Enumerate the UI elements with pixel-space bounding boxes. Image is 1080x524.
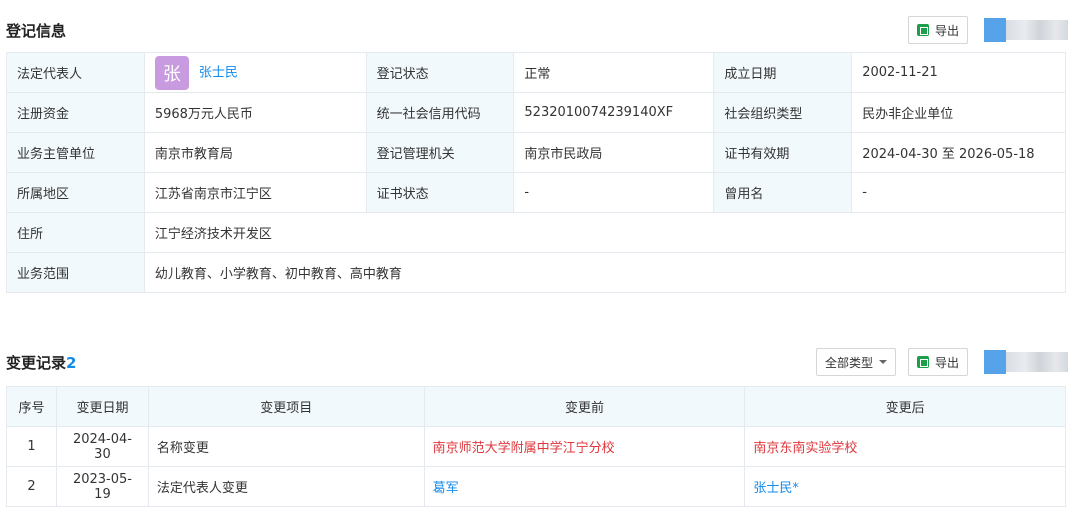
changes-count: 2	[66, 354, 77, 372]
legal-rep-link[interactable]: 张士民	[199, 65, 238, 80]
changes-table: 序号 变更日期 变更项目 变更前 变更后 1 2024-04-30 名称变更 南…	[6, 386, 1066, 507]
chevron-down-icon	[879, 360, 888, 364]
legal-rep-value: 张张士民	[143, 52, 367, 93]
scope-value: 幼儿教育、小学教育、初中教育、高中教育	[143, 252, 1067, 293]
table-row: 注册资金 5968万元人民币 统一社会信用代码 5232010074239140…	[6, 92, 1066, 133]
row-after-link[interactable]: 张士民*	[744, 466, 1066, 507]
validity-label: 证书有效期	[713, 132, 853, 173]
authority-label: 登记管理机关	[365, 132, 515, 173]
col-header: 变更后	[744, 386, 1066, 427]
founded-date-label: 成立日期	[713, 52, 853, 93]
registration-export-button[interactable]: 导出	[908, 16, 969, 44]
type-filter-label: 全部类型	[825, 355, 874, 370]
table-row: 业务范围 幼儿教育、小学教育、初中教育、高中教育	[6, 252, 1067, 293]
col-header: 变更项目	[147, 386, 425, 427]
row-index: 1	[6, 426, 57, 467]
org-type-label: 社会组织类型	[713, 92, 853, 133]
excel-icon	[917, 24, 929, 36]
row-after: 南京东南实验学校	[744, 426, 1066, 467]
row-before: 南京师范大学附属中学江宁分校	[423, 426, 746, 467]
org-type-value: 民办非企业单位	[851, 92, 1066, 133]
registration-table: 法定代表人 张张士民 登记状态 正常 成立日期 2002-11-21 注册资金 …	[6, 52, 1067, 293]
col-header: 变更日期	[55, 386, 149, 427]
table-row: 住所 江宁经济技术开发区	[6, 212, 1067, 253]
redacted-block	[984, 18, 1068, 42]
row-date: 2024-04-30	[55, 426, 149, 467]
changes-title-text: 变更记录	[6, 354, 67, 372]
changes-header: 变更记录2 全部类型 导出	[0, 346, 1080, 376]
table-row: 2 2023-05-19 法定代表人变更 葛军 张士民*	[6, 466, 1066, 507]
reg-status-value: 正常	[513, 52, 715, 93]
export-label: 导出	[935, 23, 960, 38]
changes-title: 变更记录2	[6, 352, 76, 373]
export-label: 导出	[935, 355, 960, 370]
credit-code-value: 5232010074239140XF	[513, 92, 715, 133]
table-header-row: 序号 变更日期 变更项目 变更前 变更后	[6, 386, 1066, 427]
cert-status-value: -	[513, 172, 715, 213]
cert-status-label: 证书状态	[365, 172, 515, 213]
capital-value: 5968万元人民币	[143, 92, 367, 133]
col-header: 变更前	[423, 386, 746, 427]
row-item: 名称变更	[147, 426, 425, 467]
supervisor-label: 业务主管单位	[6, 132, 145, 173]
supervisor-value: 南京市教育局	[143, 132, 367, 173]
redacted-block	[984, 350, 1068, 374]
capital-label: 注册资金	[6, 92, 145, 133]
table-row: 所属地区 江苏省南京市江宁区 证书状态 - 曾用名 -	[6, 172, 1066, 213]
col-header: 序号	[6, 386, 57, 427]
table-row: 1 2024-04-30 名称变更 南京师范大学附属中学江宁分校 南京东南实验学…	[6, 426, 1066, 467]
region-value: 江苏省南京市江宁区	[143, 172, 367, 213]
former-name-label: 曾用名	[713, 172, 853, 213]
excel-icon	[917, 356, 929, 368]
row-item: 法定代表人变更	[147, 466, 425, 507]
row-index: 2	[6, 466, 57, 507]
address-label: 住所	[6, 212, 145, 253]
changes-export-button[interactable]: 导出	[908, 348, 969, 376]
avatar: 张	[154, 55, 189, 90]
row-date: 2023-05-19	[55, 466, 149, 507]
address-value: 江宁经济技术开发区	[143, 212, 1067, 253]
founded-date-value: 2002-11-21	[851, 52, 1066, 93]
table-row: 业务主管单位 南京市教育局 登记管理机关 南京市民政局 证书有效期 2024-0…	[6, 132, 1066, 173]
reg-status-label: 登记状态	[365, 52, 515, 93]
credit-code-label: 统一社会信用代码	[365, 92, 515, 133]
table-row: 法定代表人 张张士民 登记状态 正常 成立日期 2002-11-21	[6, 52, 1066, 93]
type-filter-dropdown[interactable]: 全部类型	[816, 348, 897, 376]
scope-label: 业务范围	[6, 252, 145, 293]
former-name-value: -	[851, 172, 1066, 213]
registration-title: 登记信息	[6, 22, 67, 40]
legal-rep-label: 法定代表人	[6, 52, 145, 93]
validity-value: 2024-04-30 至 2026-05-18	[851, 132, 1066, 173]
authority-value: 南京市民政局	[513, 132, 715, 173]
registration-header: 登记信息 导出	[0, 14, 1080, 44]
row-before-link[interactable]: 葛军	[423, 466, 746, 507]
region-label: 所属地区	[6, 172, 145, 213]
